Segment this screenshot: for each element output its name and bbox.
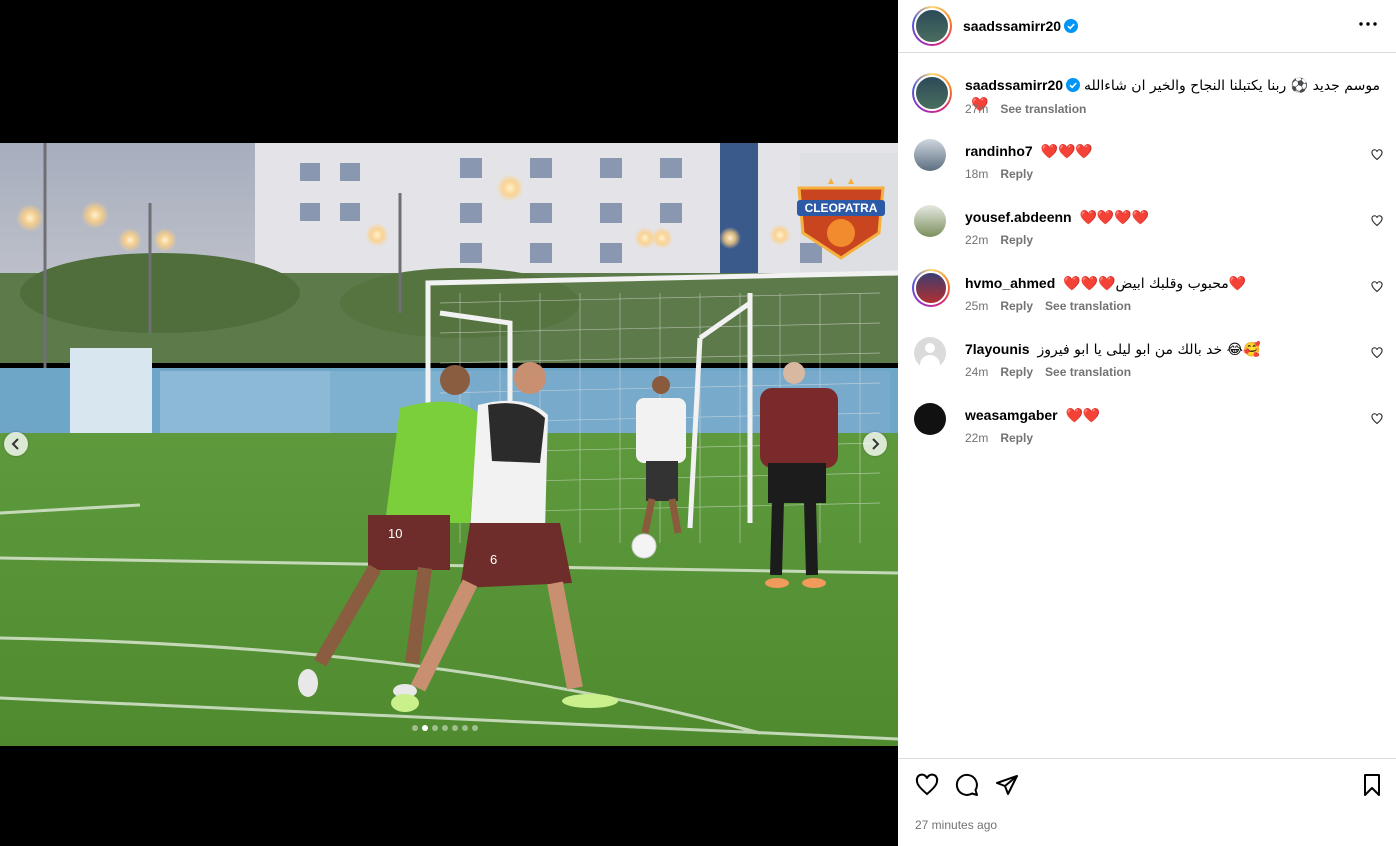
post-media: CLEOPATRA 10 6	[0, 0, 898, 846]
comment-text: ❤️❤️❤️محبوب وقلبك ابيض❤️	[1063, 276, 1247, 292]
author-avatar[interactable]	[912, 6, 952, 46]
comment-time: 18m	[965, 167, 989, 181]
comment-username[interactable]: weasamgaber	[965, 407, 1058, 423]
comment-avatar[interactable]	[914, 139, 946, 171]
comment-see-translation[interactable]: See translation	[1045, 299, 1131, 313]
post-actions-bar: 27 minutes ago	[898, 758, 1396, 846]
heart-icon[interactable]	[1371, 281, 1383, 293]
comment-reply-button[interactable]: Reply	[1000, 233, 1033, 247]
comment-username[interactable]: randinho7	[965, 143, 1033, 159]
post-photo[interactable]: CLEOPATRA 10 6	[0, 143, 898, 746]
carousel-next-button[interactable]	[863, 432, 887, 456]
player-number-6: 6	[490, 552, 497, 567]
comment-reply-button[interactable]: Reply	[1000, 365, 1033, 379]
bookmark-icon[interactable]	[1360, 773, 1384, 797]
heart-icon[interactable]	[1371, 215, 1383, 227]
comment-avatar[interactable]	[914, 205, 946, 237]
heart-icon[interactable]	[1371, 347, 1383, 359]
verified-badge-icon	[1066, 78, 1081, 92]
carousel-indicator	[412, 725, 478, 731]
more-horizontal-icon[interactable]	[1356, 12, 1380, 36]
verified-badge-icon	[1064, 19, 1079, 33]
paper-plane-icon[interactable]	[995, 773, 1019, 797]
chevron-right-icon	[872, 438, 880, 450]
club-logo-text: CLEOPATRA	[805, 201, 878, 215]
post-timestamp: 27 minutes ago	[915, 818, 998, 832]
comment-time: 22m	[965, 431, 989, 445]
author-username[interactable]: saadssamirr20	[963, 18, 1061, 34]
comment-text: ❤️❤️❤️	[1040, 144, 1093, 160]
carousel-dot	[452, 725, 458, 731]
comment-time: 24m	[965, 365, 989, 379]
comment-text: خد بالك من ابو ليلى يا ابو فيروز 😂🥰	[1037, 342, 1261, 358]
comment-text: ❤️❤️❤️❤️	[1079, 210, 1150, 226]
carousel-dot	[462, 725, 468, 731]
comment-time: 25m	[965, 299, 989, 313]
caption-username[interactable]: saadssamirr20	[965, 77, 1063, 93]
comment-username[interactable]: yousef.abdeenn	[965, 209, 1072, 225]
comment-reply-button[interactable]: Reply	[1000, 299, 1033, 313]
comment-text: ❤️❤️	[1065, 408, 1101, 424]
chevron-left-icon	[11, 438, 19, 450]
caption-see-translation[interactable]: See translation	[1000, 102, 1086, 116]
comment-reply-button[interactable]: Reply	[1000, 431, 1033, 445]
carousel-dot	[412, 725, 418, 731]
carousel-prev-button[interactable]	[4, 432, 28, 456]
comment-avatar[interactable]	[914, 337, 946, 369]
post-side-panel: saadssamirr20 saadssamirr20 موسم جديد ⚽ …	[898, 0, 1396, 846]
heart-icon[interactable]	[1371, 149, 1383, 161]
comment-username[interactable]: hvmo_ahmed	[965, 275, 1055, 291]
carousel-dot	[422, 725, 428, 731]
caption-time: 27m	[965, 102, 989, 116]
heart-icon[interactable]	[1371, 413, 1383, 425]
comment-reply-button[interactable]: Reply	[1000, 167, 1033, 181]
comment-see-translation[interactable]: See translation	[1045, 365, 1131, 379]
comment-icon[interactable]	[955, 773, 979, 797]
post-header: saadssamirr20	[898, 0, 1396, 53]
carousel-dot	[442, 725, 448, 731]
heart-icon[interactable]	[915, 773, 939, 797]
player-number-10: 10	[388, 526, 402, 541]
comment-avatar[interactable]	[914, 403, 946, 435]
caption-author-avatar[interactable]	[912, 73, 952, 113]
comments-section[interactable]: saadssamirr20 موسم جديد ⚽ ربنا يكتبلنا ا…	[898, 53, 1396, 758]
carousel-dot	[472, 725, 478, 731]
comment-avatar[interactable]	[912, 269, 950, 307]
comment-username[interactable]: 7layounis	[965, 341, 1030, 357]
comment-time: 22m	[965, 233, 989, 247]
carousel-dot	[432, 725, 438, 731]
